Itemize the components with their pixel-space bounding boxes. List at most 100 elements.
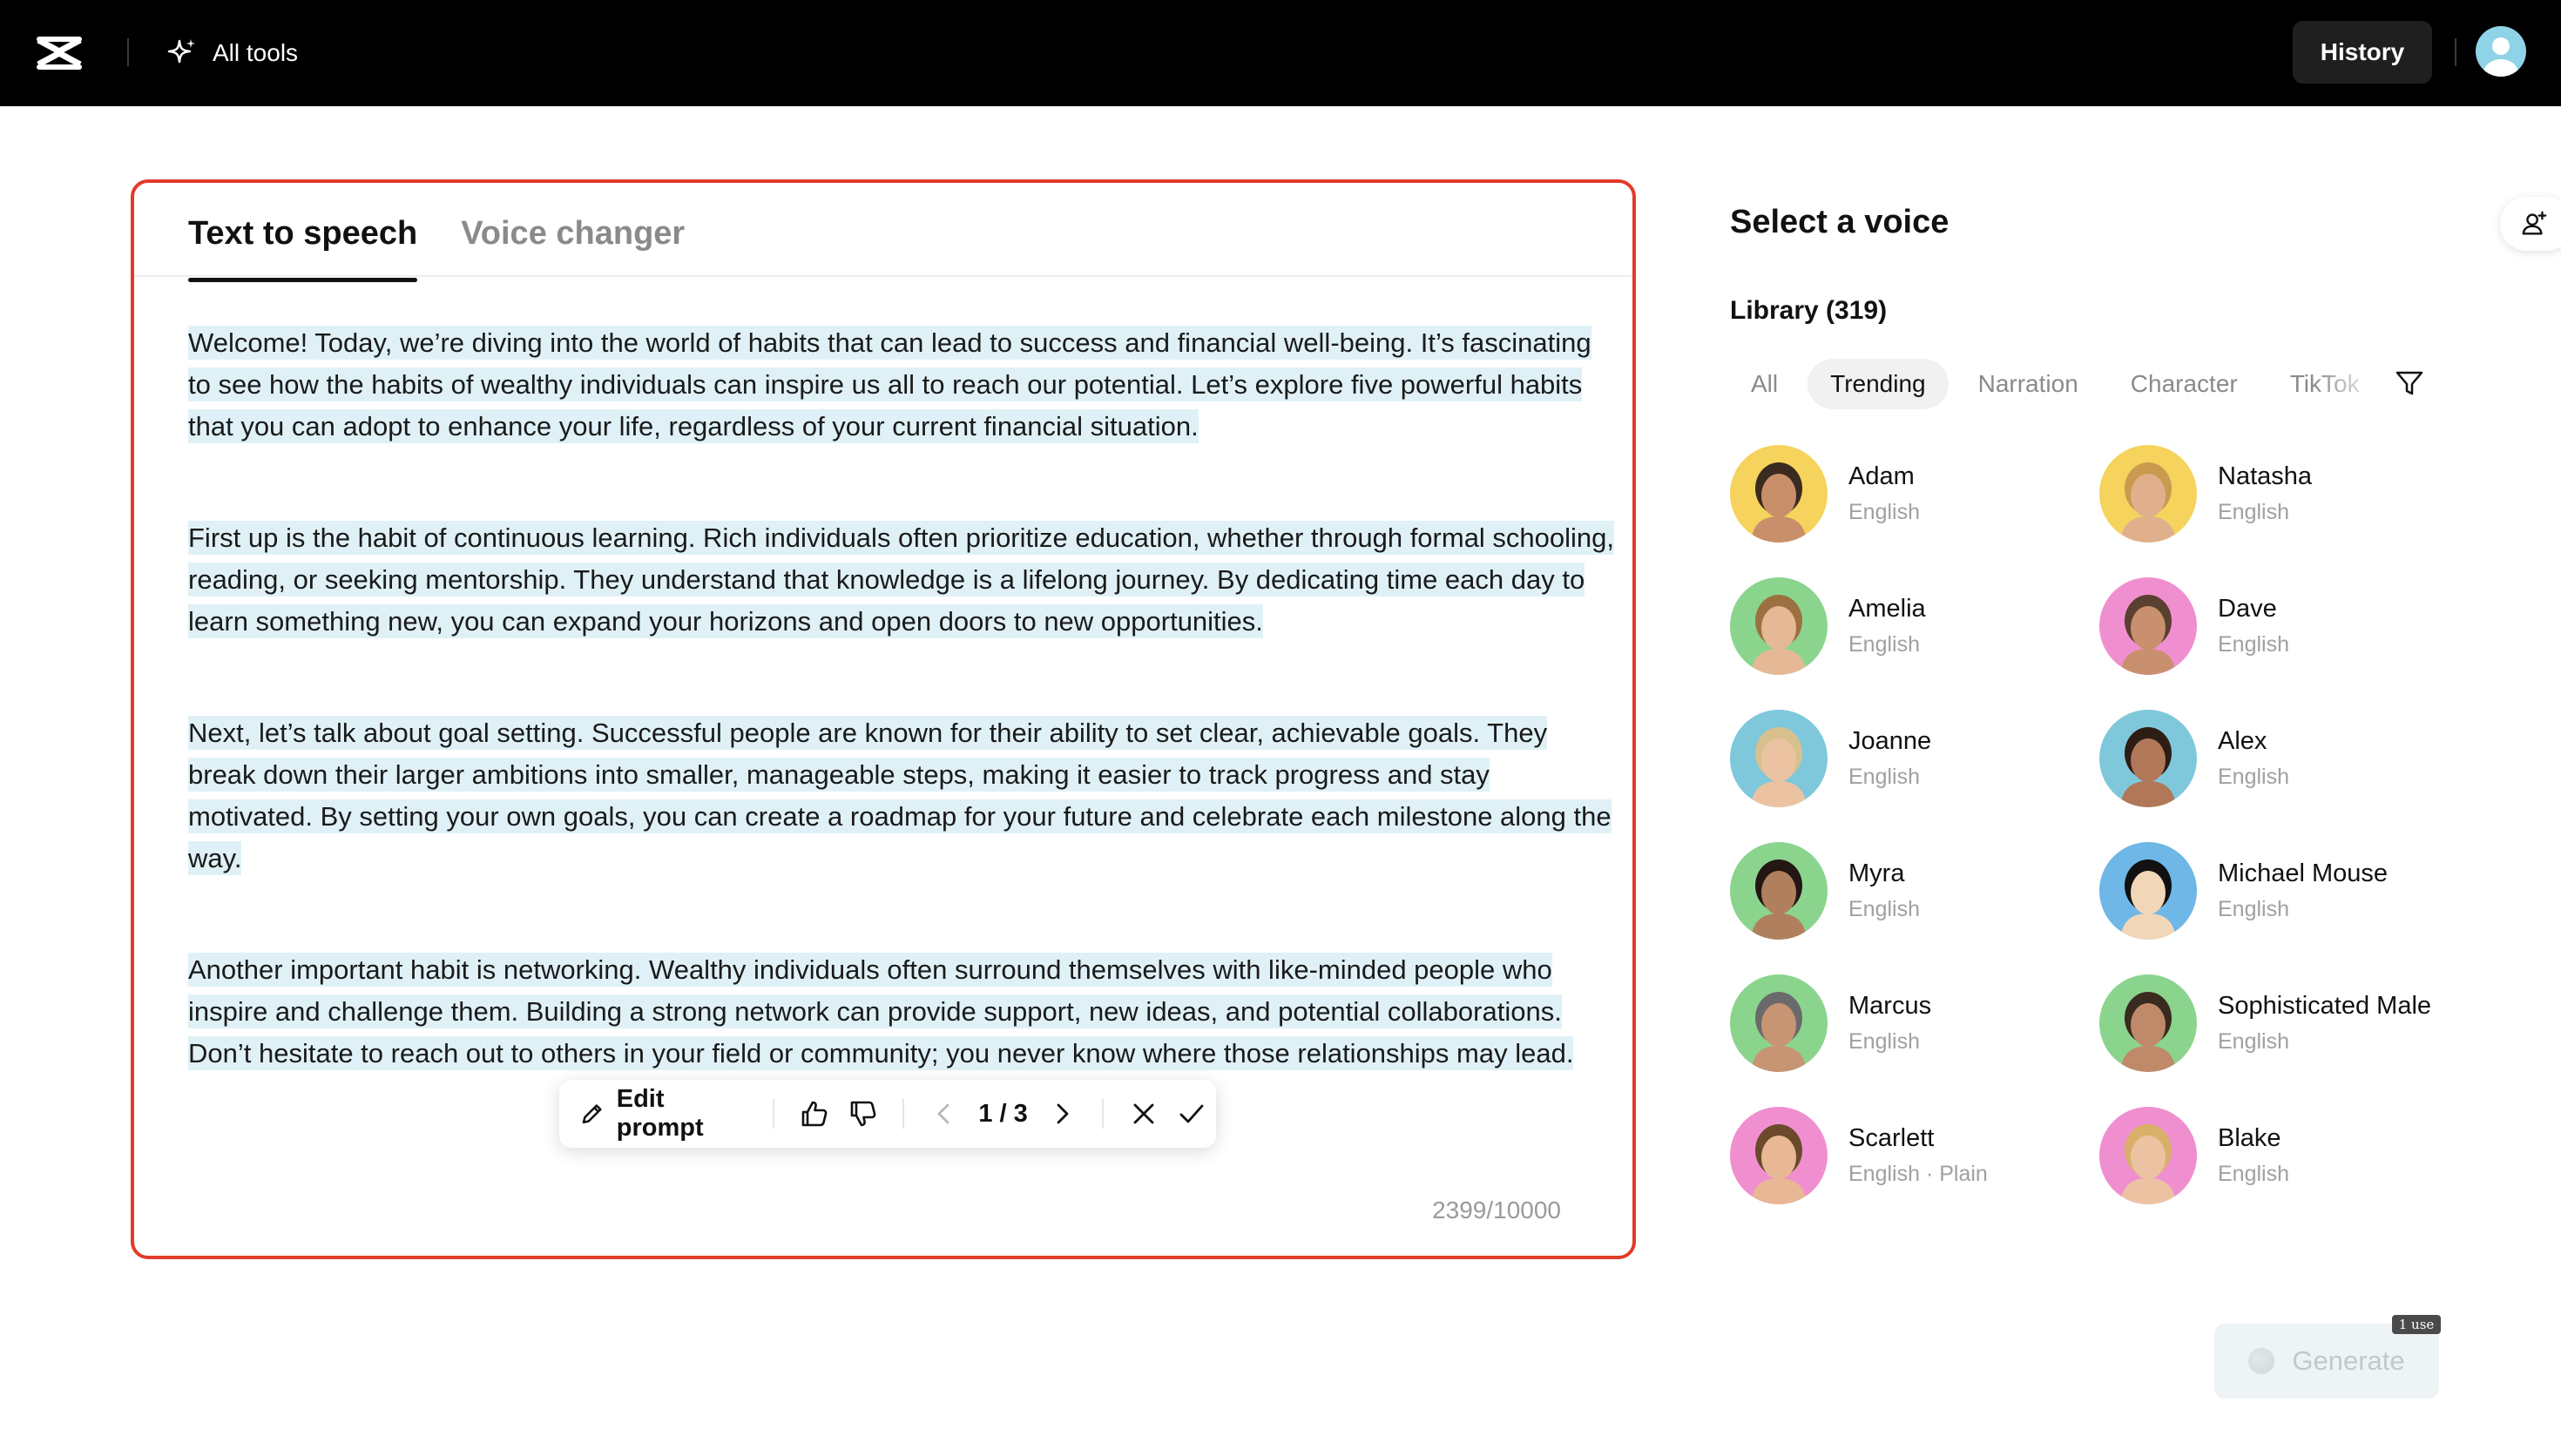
filter-chip-character[interactable]: Character [2108,359,2260,409]
voice-name: Myra [1848,859,1905,887]
voice-name: Adam [1848,462,1915,490]
voice-avatar [1730,710,1828,807]
thumbs-up-icon [801,1101,828,1127]
voice-language: English [2218,632,2289,657]
divider [127,38,129,66]
voice-item[interactable]: Michael Mouse English [2099,839,2465,942]
voice-avatar [1730,842,1828,940]
next-button[interactable] [1037,1080,1086,1148]
voice-language: English [1848,500,1920,524]
tab-voice-changer[interactable]: Voice changer [461,206,685,282]
script-paragraph: First up is the habit of continuous lear… [188,521,1615,638]
thumbs-down-button[interactable] [839,1080,888,1148]
discard-button[interactable] [1119,1080,1168,1148]
voice-name: Marcus [1848,992,1932,1020]
voice-item[interactable]: Scarlett English · Plain [1730,1104,2096,1207]
voice-language: English [2218,897,2289,921]
voice-language: English [2218,765,2289,789]
character-counter: 2399/10000 [1432,1196,1561,1223]
all-tools-label: All tools [213,39,299,66]
capcut-logo-icon[interactable] [35,33,84,73]
voice-item[interactable]: Dave English [2099,575,2465,677]
voice-item[interactable]: Blake English [2099,1104,2465,1207]
voice-name: Alex [2218,727,2267,755]
list-fade [1730,1228,2514,1280]
pencil-icon [582,1104,602,1124]
edit-prompt-button[interactable]: Edit prompt [559,1080,757,1148]
script-text-area[interactable]: Welcome! Today, we’re diving into the wo… [188,322,1617,1144]
divider [2455,38,2456,66]
voice-name: Sophisticated Male [2218,992,2432,1020]
thumbs-down-icon [850,1101,875,1127]
voice-item[interactable]: Adam English [1730,442,2096,545]
divider [1101,1099,1104,1129]
script-paragraph: Next, let’s talk about goal setting. Suc… [188,716,1612,875]
voice-name: Dave [2218,595,2277,623]
voice-upload-button[interactable] [2500,197,2561,251]
voice-name: Blake [2218,1124,2281,1152]
voice-language: English [2218,500,2289,524]
voice-language: English [1848,632,1920,657]
voice-language: English · Plain [1848,1162,1988,1186]
voice-avatar [1730,577,1828,675]
voice-avatar [2099,974,2197,1072]
voice-avatar [2099,577,2197,675]
user-avatar[interactable] [2476,26,2526,77]
tab-text-to-speech[interactable]: Text to speech [188,206,418,282]
divider [902,1099,905,1129]
voice-item[interactable]: Sophisticated Male English [2099,972,2465,1075]
check-icon [1179,1104,1204,1123]
voice-item[interactable]: Joanne English [1730,707,2096,810]
voice-filter-chips: All Trending Narration Character TikTok [1728,357,2364,411]
voice-item[interactable]: Myra English [1730,839,2096,942]
voice-language: English [1848,897,1920,921]
voice-list: Adam English Natasha English Amelia English Da… [1730,442,2488,1268]
voice-avatar [2099,445,2197,543]
voice-item[interactable]: Marcus English [1730,972,2096,1075]
select-voice-title: Select a voice [1730,204,1949,240]
voice-name: Amelia [1848,595,1926,623]
voice-language: English [1848,765,1920,789]
voice-item[interactable]: Amelia English [1730,575,2096,677]
generate-icon [2248,1348,2275,1374]
close-icon [1133,1103,1154,1124]
upload-person-icon [2522,211,2547,235]
usage-badge: 1 use [2392,1315,2441,1334]
voice-item[interactable]: Alex English [2099,707,2465,810]
editor-tabs: Text to speech Voice changer [188,206,685,282]
filter-chip-all[interactable]: All [1728,359,1801,409]
voice-name: Michael Mouse [2218,859,2389,887]
script-paragraph: Another important habit is networking. W… [188,953,1574,1070]
thumbs-up-button[interactable] [790,1080,839,1148]
generate-label: Generate [2292,1345,2405,1376]
chevron-right-icon [1057,1103,1069,1124]
voice-avatar [2099,710,2197,807]
voice-avatar [2099,1107,2197,1204]
edit-prompt-label: Edit prompt [616,1085,704,1142]
voice-avatar [1730,1107,1828,1204]
voice-language: English [2218,1162,2289,1186]
script-paragraph: Welcome! Today, we’re diving into the wo… [188,326,1591,443]
previous-button[interactable] [920,1080,969,1148]
accept-button[interactable] [1167,1080,1216,1148]
suggestion-toolbar: Edit prompt 1 / 3 [559,1080,1216,1148]
generate-button[interactable]: Generate [2214,1324,2439,1399]
voice-avatar [1730,974,1828,1072]
voice-name: Natasha [2218,462,2313,490]
sparkle-icon [167,39,195,64]
filter-icon[interactable] [2394,367,2425,399]
filter-chip-tiktok[interactable]: TikTok [2267,359,2364,409]
tab-divider [134,275,1632,277]
filter-chip-narration[interactable]: Narration [1956,359,2101,409]
history-button[interactable]: History [2293,21,2432,84]
voice-name: Joanne [1848,727,1932,755]
library-label: Library (319) [1730,296,1888,325]
all-tools-button[interactable]: All tools [164,31,298,75]
voice-language: English [2218,1029,2289,1054]
voice-language: English [1848,1029,1920,1054]
chevron-left-icon [937,1103,949,1124]
top-bar: All tools History [0,0,2561,106]
user-avatar-icon [2483,37,2518,77]
voice-item[interactable]: Natasha English [2099,442,2465,545]
filter-chip-trending[interactable]: Trending [1808,359,1949,409]
